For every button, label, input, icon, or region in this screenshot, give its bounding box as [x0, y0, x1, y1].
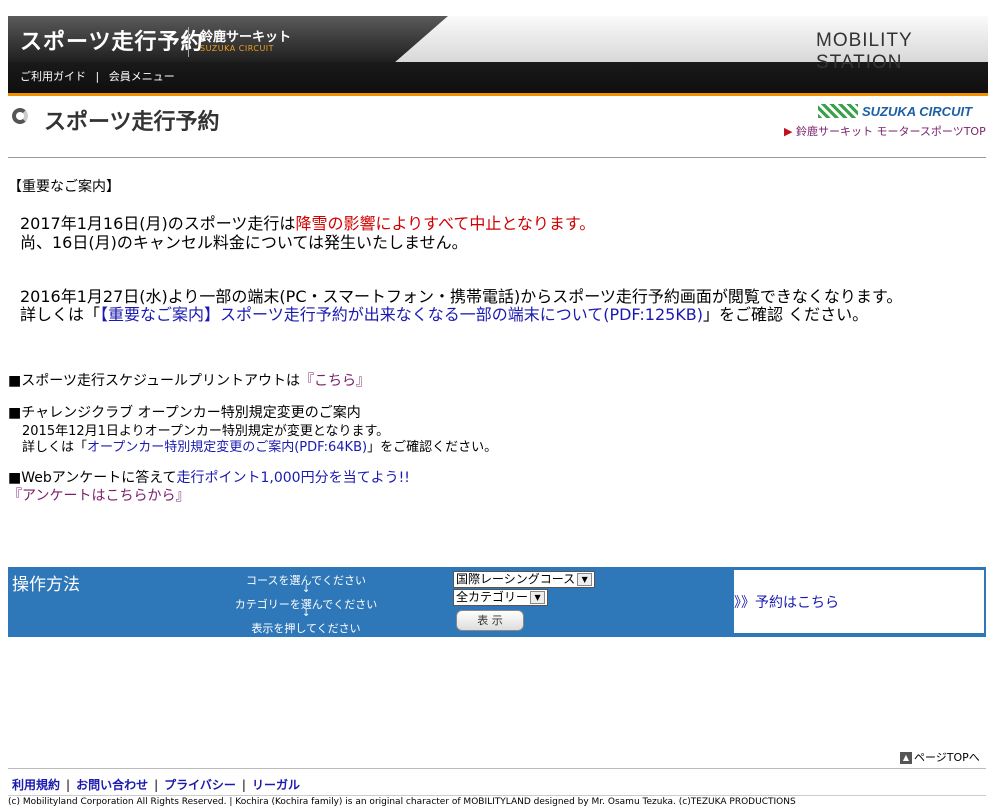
schedule-info: ■スポーツ走行スケジュールプリントアウトは『こちら』: [8, 372, 370, 390]
page-title: スポーツ走行予約: [44, 110, 220, 135]
page-top-link[interactable]: ▲ ページTOPへ: [900, 749, 980, 765]
header-accent-line: [8, 93, 988, 96]
notice-2-line-2: 詳しくは「【重要なご案内】スポーツ走行予約が出来なくなる一部の端末について(PD…: [20, 301, 868, 325]
notice-2-prefix: 詳しくは「: [20, 305, 101, 324]
survey-info: ■Webアンケートに答えて走行ポイント1,000円分を当てよう!!: [8, 469, 410, 487]
checkered-flag-icon: [818, 104, 858, 118]
survey-prize: 走行ポイント1,000円分を当てよう!!: [176, 470, 410, 486]
notice-heading: 【重要なご案内】: [8, 179, 120, 195]
chevron-down-icon: ▼: [530, 591, 546, 604]
circuit-name-en: SUZUKA CIRCUIT: [200, 44, 275, 53]
notice-2-pdf-link[interactable]: 【重要なご案内】スポーツ走行予約が出来なくなる一部の端末について(PDF:125…: [100, 305, 703, 324]
footer-sep: |: [154, 778, 159, 792]
nav-guide-link[interactable]: ご利用ガイド: [20, 70, 86, 83]
challenge-suffix: 」をご確認ください。: [367, 440, 498, 455]
footer-divider: [8, 768, 986, 769]
operation-title: 操作方法: [12, 575, 80, 595]
title-divider-line: [8, 157, 986, 158]
title-divider: [188, 27, 189, 57]
mobility-station-logo: MOBILITY STATION: [816, 30, 913, 73]
footer-sep: |: [241, 778, 246, 792]
footer-contact-link[interactable]: お問い合わせ: [76, 778, 148, 792]
notice-2-suffix: 」をご確認 ください。: [703, 305, 869, 324]
motorsports-top-link[interactable]: ▶ 鈴鹿サーキット モータースポーツTOP: [784, 123, 986, 139]
header-nav: ご利用ガイド | 会員メニュー: [20, 68, 175, 84]
course-select[interactable]: 国際レーシングコース ▼: [453, 571, 596, 588]
footer-privacy-link[interactable]: プライバシー: [164, 778, 236, 792]
show-button[interactable]: 表 示: [456, 610, 524, 631]
copyright: (c) Mobilityland Corporation All Rights …: [8, 797, 796, 807]
copyright-divider: [8, 795, 986, 796]
page-top-label: ページTOPへ: [914, 751, 980, 764]
footer-sep: |: [66, 778, 71, 792]
notice-1-line-2: 尚、16日(月)のキャンセル料金については発生いたしません。: [20, 233, 468, 252]
course-select-value: 国際レーシングコース: [456, 572, 576, 586]
challenge-prefix: 詳しくは「: [22, 440, 88, 455]
title-ring-icon: [12, 108, 28, 124]
arrow-right-icon: ▶: [784, 125, 793, 138]
chevron-down-icon: ▼: [577, 573, 593, 586]
nav-member-menu-link[interactable]: 会員メニュー: [109, 70, 175, 83]
challenge-pdf-link[interactable]: オープンカー特別規定変更のご案内(PDF:64KB): [87, 440, 367, 455]
survey-text: ■Webアンケートに答えて: [8, 470, 177, 486]
suzuka-circuit-logo: SUZUKA CIRCUIT: [862, 104, 973, 119]
challenge-detail: 詳しくは「オープンカー特別規定変更のご案内(PDF:64KB)」をご確認ください…: [22, 436, 497, 455]
step-show: 表示を押してください: [251, 622, 361, 635]
footer-links: 利用規約 | お問い合わせ | プライバシー | リーガル: [12, 776, 300, 793]
site-title: スポーツ走行予約: [20, 30, 204, 55]
footer-terms-link[interactable]: 利用規約: [12, 778, 60, 792]
step-arrow-1: ↓: [302, 584, 311, 595]
reserve-link[interactable]: 》》予約はこちら: [734, 592, 839, 612]
arrow-up-icon: ▲: [900, 752, 912, 764]
circuit-name-jp: 鈴鹿サーキット: [200, 30, 292, 45]
motorsports-top-label: 鈴鹿サーキット モータースポーツTOP: [795, 125, 986, 138]
footer-legal-link[interactable]: リーガル: [252, 778, 300, 792]
category-select-value: 全カテゴリー: [456, 590, 529, 604]
category-select[interactable]: 全カテゴリー ▼: [453, 589, 549, 606]
schedule-link[interactable]: 『こちら』: [300, 373, 370, 389]
survey-link[interactable]: 『アンケートはこちらから』: [8, 487, 189, 505]
nav-separator: |: [95, 70, 100, 83]
schedule-text: ■スポーツ走行スケジュールプリントアウトは: [8, 373, 300, 389]
step-arrow-2: ↓: [302, 608, 311, 619]
